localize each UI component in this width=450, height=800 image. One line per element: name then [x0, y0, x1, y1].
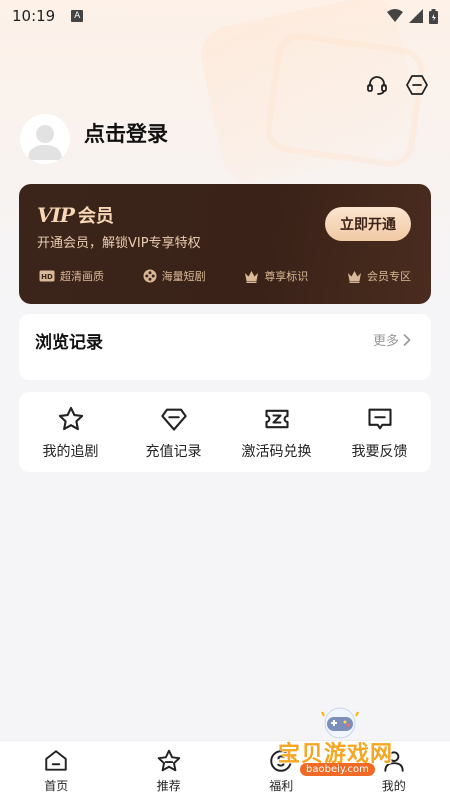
- vip-title: VIP 会员: [37, 202, 114, 228]
- feedback-icon: [365, 404, 395, 434]
- history-title: 浏览记录: [35, 333, 103, 353]
- perk-item: 尊享标识: [244, 268, 308, 284]
- status-icons: [387, 8, 438, 24]
- avatar[interactable]: [20, 114, 70, 164]
- notification-a-icon: A: [71, 10, 84, 22]
- quick-actions: 我的追剧 充值记录 激活码兑换 我要反馈: [19, 392, 431, 472]
- vip-subtitle: 开通会员，解锁VIP专享特权: [37, 236, 201, 251]
- star-icon: [155, 747, 183, 775]
- perk-label: 会员专区: [366, 270, 411, 283]
- nav-label: 首页: [44, 779, 69, 793]
- diamond-icon: [159, 404, 189, 434]
- svg-text:HD: HD: [41, 273, 53, 281]
- decorative-shape: [262, 30, 428, 170]
- wifi-icon: [387, 9, 403, 22]
- action-label: 充值记录: [145, 444, 202, 460]
- gamepad-icon: [321, 707, 359, 739]
- vip-perks: HD 超清画质 海量短剧 尊享标识 会员专区: [39, 268, 411, 284]
- battery-icon: [429, 8, 438, 24]
- hd-icon: HD: [39, 270, 55, 282]
- default-avatar-icon: [28, 125, 62, 160]
- open-vip-button[interactable]: 立即开通: [325, 207, 411, 241]
- vip-label: 会员: [77, 206, 114, 227]
- perk-item: 海量短剧: [143, 268, 206, 284]
- signal-icon: [409, 9, 423, 23]
- perk-label: 超清画质: [60, 270, 104, 283]
- login-link[interactable]: 点击登录: [84, 118, 168, 148]
- settings-icon[interactable]: [404, 72, 430, 98]
- status-bar: 10:19 A: [0, 0, 450, 32]
- nav-home[interactable]: 首页: [0, 741, 113, 800]
- home-icon: [42, 747, 70, 775]
- action-my-dramas[interactable]: 我的追剧: [19, 392, 122, 472]
- crown-icon: [347, 270, 362, 283]
- action-feedback[interactable]: 我要反馈: [328, 392, 431, 472]
- perk-label: 尊享标识: [264, 270, 309, 283]
- nav-recommend[interactable]: 推荐: [113, 741, 226, 800]
- watermark-url: baobeiy.com: [300, 763, 375, 776]
- crown-icon: [244, 270, 259, 283]
- action-label: 激活码兑换: [241, 444, 312, 460]
- film-reel-icon: [143, 269, 157, 283]
- more-label: 更多: [372, 334, 399, 349]
- nav-label: 推荐: [156, 779, 181, 793]
- vip-logo: VIP: [37, 203, 75, 227]
- action-label: 我要反馈: [351, 444, 408, 460]
- star-icon: [56, 404, 86, 434]
- profile-section[interactable]: 点击登录: [20, 114, 168, 164]
- history-card: 浏览记录 更多: [19, 314, 431, 380]
- perk-item: HD 超清画质: [39, 268, 104, 284]
- watermark: 宝贝游戏网 baobeiy.com: [272, 706, 432, 786]
- status-time: 10:19: [12, 7, 56, 25]
- action-recharge-history[interactable]: 充值记录: [122, 392, 225, 472]
- perk-label: 海量短剧: [161, 270, 206, 283]
- header-actions: [364, 72, 430, 98]
- vip-card[interactable]: VIP 会员 开通会员，解锁VIP专享特权 立即开通 HD 超清画质 海量短剧 …: [19, 184, 431, 304]
- ticket-icon: [262, 404, 292, 434]
- history-more-link[interactable]: 更多: [373, 330, 411, 349]
- action-label: 我的追剧: [42, 444, 99, 460]
- action-redeem-code[interactable]: 激活码兑换: [225, 392, 328, 472]
- chevron-right-icon: [403, 333, 411, 346]
- perk-item: 会员专区: [347, 268, 411, 284]
- customer-service-icon[interactable]: [364, 72, 390, 98]
